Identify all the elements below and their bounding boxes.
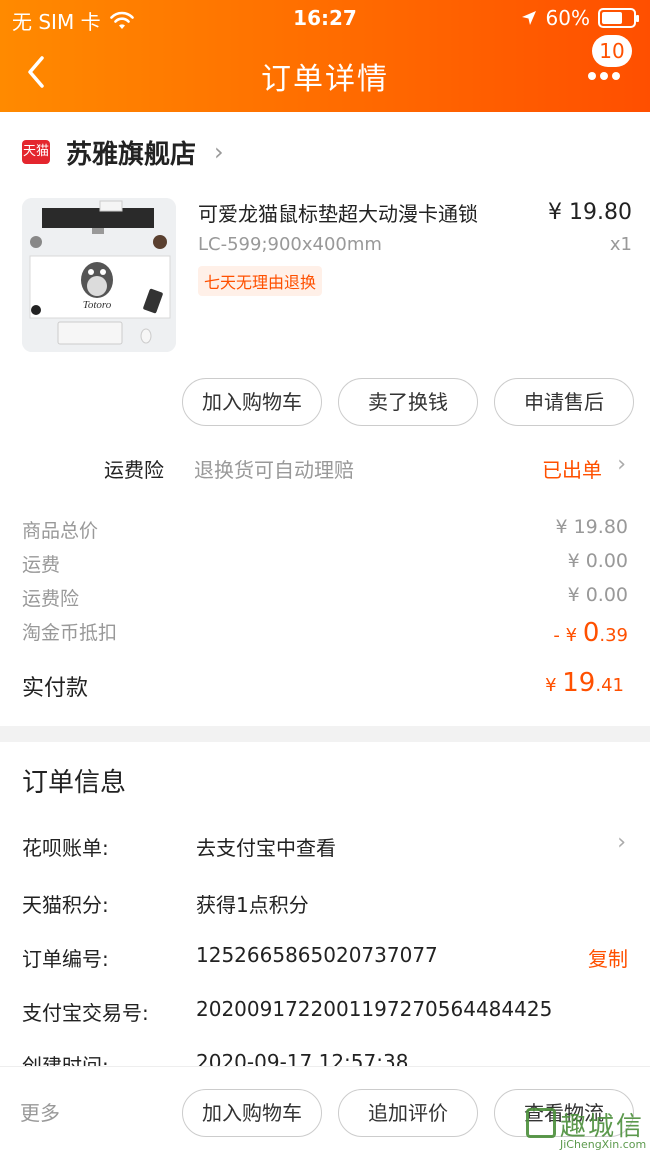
insurance-desc: 退换货可自动理赔 bbox=[194, 458, 354, 482]
header: 无 SIM 卡 16:27 60% 订单详情 10 bbox=[0, 0, 650, 112]
return-policy-tag: 七天无理由退换 bbox=[198, 266, 323, 296]
chevron-right-icon[interactable]: › bbox=[617, 830, 626, 855]
bottom-add-to-cart-button[interactable]: 加入购物车 bbox=[182, 1089, 322, 1137]
tmall-logo: 天猫 bbox=[22, 140, 50, 164]
paid-label: 实付款 bbox=[22, 676, 89, 701]
product-quantity: x1 bbox=[609, 234, 632, 255]
product-image[interactable]: Totoro bbox=[22, 198, 176, 352]
paid-value: ¥ 19.41 bbox=[545, 668, 624, 698]
battery-percent: 60% bbox=[545, 6, 590, 30]
coin-prefix: - ¥ bbox=[553, 625, 583, 646]
alipay-trade-value: 2020091722001197270564484425 bbox=[196, 997, 553, 1021]
fee-value-insurance: ¥ 0.00 bbox=[567, 584, 628, 606]
order-number-label: 订单编号: bbox=[22, 947, 109, 971]
paid-dec: .41 bbox=[595, 675, 624, 696]
status-right: 60% bbox=[520, 6, 639, 30]
coin-int: 0 bbox=[582, 618, 600, 648]
insurance-status[interactable]: 已出单 bbox=[542, 454, 602, 483]
mousepad-illustration: Totoro bbox=[22, 198, 176, 352]
order-info-title: 订单信息 bbox=[22, 768, 127, 798]
fee-value-subtotal: ¥ 19.80 bbox=[555, 516, 628, 538]
paid-int: 19 bbox=[562, 668, 596, 698]
add-to-cart-button[interactable]: 加入购物车 bbox=[182, 378, 322, 426]
copy-button[interactable]: 复制 bbox=[588, 943, 628, 972]
shop-name: 苏雅旗舰店 bbox=[66, 139, 197, 170]
huabei-value[interactable]: 去支付宝中查看 bbox=[196, 832, 336, 861]
section-divider bbox=[0, 726, 650, 742]
more-icon[interactable] bbox=[578, 56, 630, 96]
product-image-text: Totoro bbox=[83, 299, 112, 311]
order-number-value: 1252665865020737077 bbox=[196, 943, 438, 967]
fee-label-subtotal: 商品总价 bbox=[22, 520, 99, 542]
coin-dec: .39 bbox=[599, 625, 628, 646]
battery-icon bbox=[598, 8, 639, 28]
fee-value-coin: - ¥ 0.39 bbox=[553, 618, 628, 648]
add-review-button[interactable]: 追加评价 bbox=[338, 1089, 478, 1137]
tmall-points-value: 获得1点积分 bbox=[196, 893, 309, 917]
product-price: ¥ 19.80 bbox=[548, 200, 632, 225]
resell-button[interactable]: 卖了换钱 bbox=[338, 378, 478, 426]
huabei-label: 花呗账单: bbox=[22, 836, 109, 860]
status-bar: 无 SIM 卡 16:27 60% bbox=[0, 0, 650, 38]
after-sales-button[interactable]: 申请售后 bbox=[494, 378, 634, 426]
fee-label-coin: 淘金币抵扣 bbox=[22, 622, 118, 644]
paid-currency: ¥ bbox=[545, 675, 563, 696]
insurance-label: 运费险 bbox=[104, 458, 164, 482]
page-title: 订单详情 bbox=[261, 62, 389, 97]
fee-label-shipping: 运费 bbox=[22, 554, 61, 576]
site-watermark: 趣城信 JiChengXin.com bbox=[524, 1104, 646, 1152]
shop-header[interactable]: 天猫 苏雅旗舰店 › bbox=[0, 112, 650, 192]
chevron-right-icon: › bbox=[214, 138, 224, 166]
product-title[interactable]: 可爱龙猫鼠标垫超大动漫卡通锁 bbox=[198, 198, 528, 227]
location-icon bbox=[521, 11, 536, 25]
chevron-right-icon[interactable]: › bbox=[617, 452, 626, 477]
product-spec: LC-599;900x400mm bbox=[198, 234, 382, 255]
more-button[interactable]: 更多 bbox=[20, 1097, 60, 1126]
alipay-trade-label: 支付宝交易号: bbox=[22, 1001, 149, 1025]
watermark-logo-icon bbox=[526, 1108, 556, 1138]
tmall-points-label: 天猫积分: bbox=[22, 893, 109, 917]
fee-label-insurance: 运费险 bbox=[22, 588, 80, 610]
fee-value-shipping: ¥ 0.00 bbox=[567, 550, 628, 572]
watermark-url: JiChengXin.com bbox=[560, 1138, 647, 1151]
